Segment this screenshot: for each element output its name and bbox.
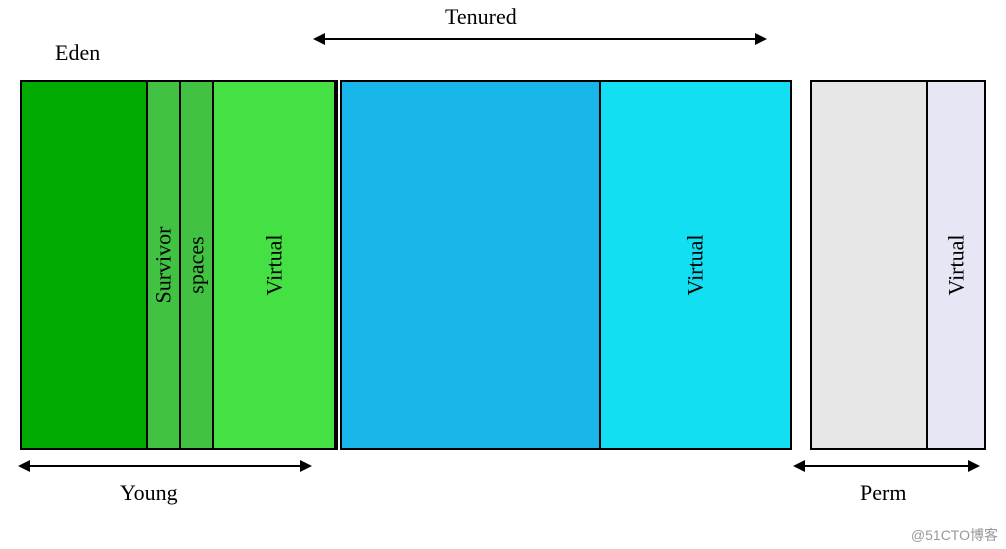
survivor-block-1: Survivor xyxy=(146,80,181,450)
perm-label: Perm xyxy=(860,480,906,506)
watermark: @51CTO博客 xyxy=(911,525,998,545)
survivor-block-2: spaces xyxy=(179,80,214,450)
tenured-label: Tenured xyxy=(445,4,517,30)
virtual-label: Virtual xyxy=(943,235,969,296)
bottom-labels: Young Perm xyxy=(20,450,986,530)
tenured-span-arrow xyxy=(315,38,765,40)
virtual-label: Virtual xyxy=(683,235,709,296)
tenured-virtual-block: Virtual xyxy=(599,80,792,450)
eden-label: Eden xyxy=(55,40,100,66)
diagram-container: Eden Tenured Survivor spaces Virtual Vir… xyxy=(20,0,986,549)
young-span-arrow xyxy=(20,465,310,467)
young-virtual-block: Virtual xyxy=(212,80,335,450)
eden-block xyxy=(20,80,148,450)
virtual-label: Virtual xyxy=(261,235,287,296)
top-labels: Eden Tenured xyxy=(20,0,986,80)
memory-blocks-row: Survivor spaces Virtual Virtual Virtual xyxy=(20,80,986,450)
perm-virtual-block: Virtual xyxy=(926,80,986,450)
perm-span-arrow xyxy=(795,465,978,467)
survivor-label: Survivor xyxy=(151,227,177,304)
spaces-label: spaces xyxy=(184,236,210,293)
tenured-block xyxy=(340,80,602,450)
perm-block xyxy=(810,80,928,450)
young-label: Young xyxy=(120,480,178,506)
